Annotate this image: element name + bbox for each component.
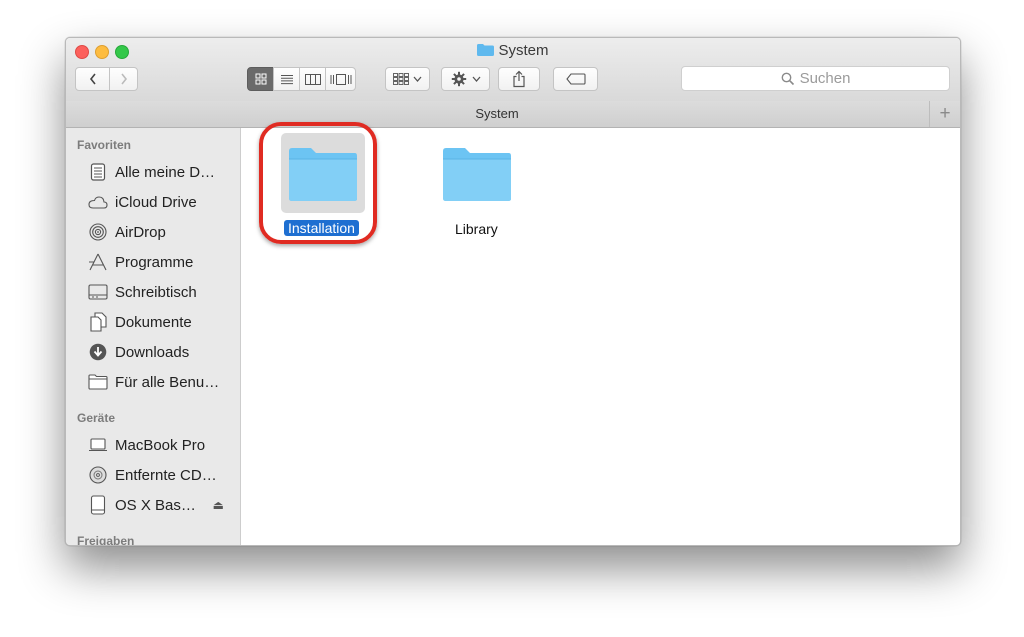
sidebar-item-label: OS X Bas… (115, 496, 196, 514)
folder-icon (477, 44, 495, 56)
chevron-right-icon (120, 73, 127, 85)
plus-icon: + (939, 103, 951, 124)
folder-icon[interactable] (441, 145, 513, 203)
sidebar-item-remote-disc[interactable]: Entfernte CD… (66, 462, 240, 488)
window-title: System (66, 42, 960, 59)
sidebar-item-downloads[interactable]: Downloads (66, 339, 240, 365)
sidebar-item-label: Für alle Benu… (115, 373, 220, 391)
annotation-highlight-circle (259, 122, 377, 244)
sidebar-section-freigaben: Freigaben (77, 534, 135, 545)
search-field[interactable]: Suchen (681, 66, 950, 91)
cover-flow-icon (330, 73, 351, 85)
eject-icon[interactable]: ⏏ (213, 498, 224, 512)
folder-icon (88, 372, 108, 392)
chevron-left-icon (89, 73, 96, 85)
tag-icon (565, 73, 586, 85)
forward-button[interactable] (109, 67, 138, 91)
arrange-grid-icon (393, 73, 409, 85)
arrange-button[interactable] (385, 67, 430, 91)
sidebar-item-label: Programme (115, 253, 194, 271)
column-view-icon (304, 73, 321, 85)
downloads-icon (88, 342, 108, 362)
disc-icon (88, 465, 108, 485)
sidebar-item-schreibtisch[interactable]: Schreibtisch (66, 279, 240, 305)
documents-icon (88, 312, 108, 332)
chevron-down-icon (472, 76, 480, 82)
sidebar-item-label: MacBook Pro (115, 436, 206, 454)
chevron-down-icon (413, 76, 422, 82)
sidebar-item-label: Schreibtisch (115, 283, 197, 301)
sidebar: Favoriten Alle meine D… iCloud Drive Air… (66, 128, 241, 545)
gear-icon (451, 71, 466, 87)
airdrop-icon (88, 222, 108, 242)
file-browser: Installation Library (241, 122, 960, 545)
sidebar-item-label: AirDrop (115, 223, 166, 241)
search-icon (781, 72, 794, 85)
sidebar-item-label: Dokumente (115, 313, 192, 331)
applications-icon (88, 252, 108, 272)
sidebar-item-macbook-pro[interactable]: MacBook Pro (66, 432, 240, 458)
sidebar-item-label: Entfernte CD… (115, 466, 217, 484)
sidebar-item-label: Alle meine D… (115, 163, 216, 181)
finder-window: System Suchen System + Favoriten Alle me… (65, 37, 961, 546)
sidebar-item-airdrop[interactable]: AirDrop (66, 219, 240, 245)
sidebar-item-dokumente[interactable]: Dokumente (66, 309, 240, 335)
search-placeholder: Suchen (799, 70, 851, 87)
sidebar-item-os-x-base[interactable]: OS X Bas… ⏏ (66, 492, 240, 518)
share-button[interactable] (498, 67, 540, 91)
sidebar-item-icloud-drive[interactable]: iCloud Drive (66, 189, 240, 215)
sidebar-item-shared-folder[interactable]: Für alle Benu… (66, 369, 240, 395)
sidebar-item-label: Downloads (115, 343, 190, 361)
column-view-button[interactable] (299, 67, 326, 91)
cloud-icon (88, 192, 108, 212)
sidebar-item-all-files[interactable]: Alle meine D… (66, 159, 240, 185)
titlebar: System Suchen (66, 38, 960, 102)
cover-flow-button[interactable] (325, 67, 356, 91)
tab-bar: System + (66, 101, 960, 128)
all-files-icon (88, 162, 108, 182)
sidebar-item-programme[interactable]: Programme (66, 249, 240, 275)
tab-system[interactable]: System (66, 106, 928, 121)
sidebar-section-geraete: Geräte (77, 411, 116, 425)
sidebar-section-favoriten: Favoriten (77, 138, 132, 152)
list-view-icon (280, 74, 293, 84)
icon-view-icon (255, 73, 266, 85)
sidebar-item-label: iCloud Drive (115, 193, 197, 211)
laptop-icon (88, 435, 108, 455)
drive-icon (88, 495, 108, 515)
tag-button[interactable] (553, 67, 598, 91)
new-tab-button[interactable]: + (929, 101, 960, 127)
back-button[interactable] (75, 67, 110, 91)
desktop-icon (88, 282, 108, 302)
list-view-button[interactable] (273, 67, 300, 91)
file-name-library[interactable]: Library (455, 221, 498, 237)
share-icon (513, 70, 525, 88)
action-menu-button[interactable] (441, 67, 490, 91)
icon-view-button[interactable] (247, 67, 274, 91)
